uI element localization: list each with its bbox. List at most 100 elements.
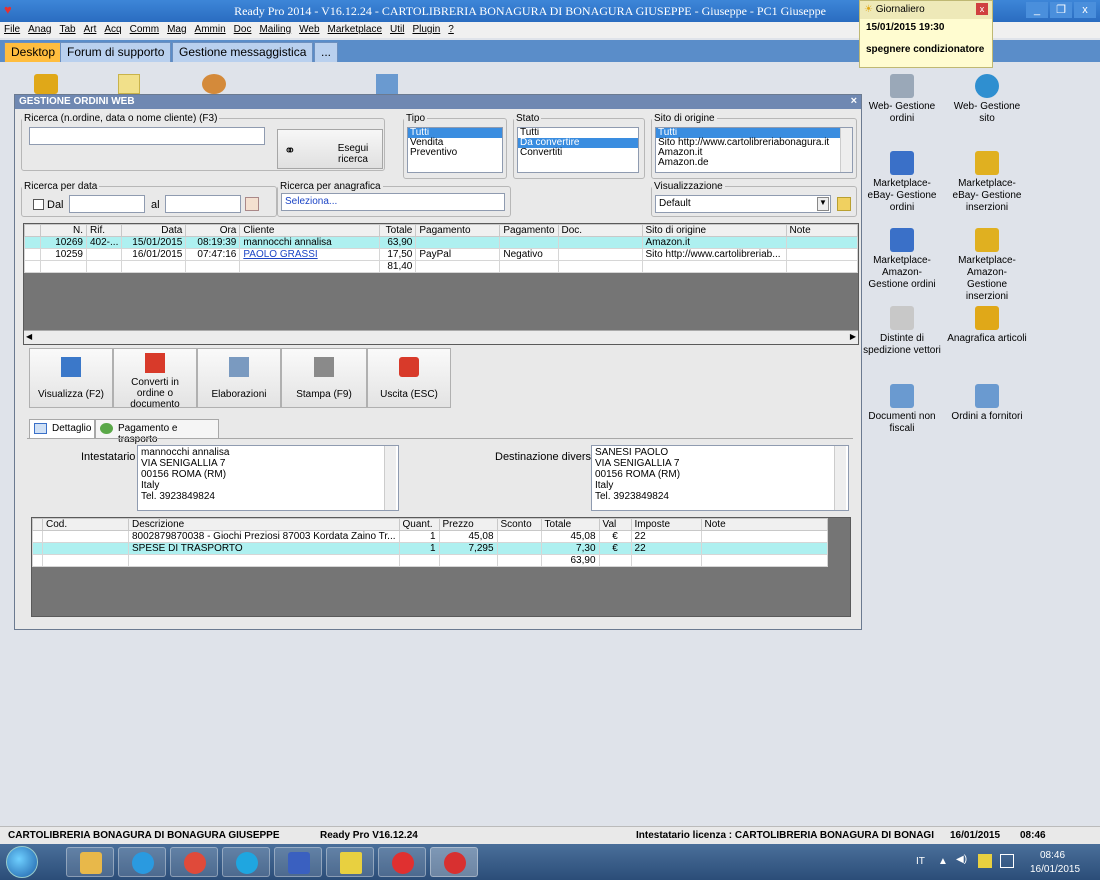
stato-list[interactable]: Tutti Da convertire Convertiti (517, 127, 639, 173)
header-data[interactable]: Data (121, 224, 187, 237)
document-icon[interactable] (376, 74, 398, 94)
header-doc[interactable]: Doc. (557, 224, 643, 237)
taskbar-chrome[interactable] (170, 847, 218, 877)
calendar-icon[interactable] (245, 197, 259, 211)
header-sito[interactable]: Sito di origine (641, 224, 787, 237)
header-val[interactable]: Val (598, 518, 632, 531)
header-pagamento[interactable]: Pagamento (415, 224, 501, 237)
header-totale[interactable]: Totale (379, 224, 417, 237)
close-icon[interactable]: x (976, 3, 988, 15)
header-pagamento-stato[interactable]: Pagamento (499, 224, 559, 237)
table-row[interactable]: 10259 16/01/2015 07:47:16 PAOLO GRASSI 1… (24, 248, 859, 261)
header-totale[interactable]: Totale (540, 518, 600, 531)
tab-pagamento-trasporto[interactable]: Pagamento e trasporto (95, 419, 219, 445)
stato-option-convertiti[interactable]: Convertiti (518, 148, 638, 158)
menu-mag[interactable]: Mag (167, 22, 186, 38)
arrow-left-icon[interactable]: ◀ (26, 332, 32, 341)
desktop-icon-documenti[interactable]: Documenti non fiscali (862, 384, 942, 435)
chevron-up-icon[interactable]: ▲ (938, 856, 948, 867)
table-row[interactable]: 8002879870038 - Giochi Preziosi 87003 Ko… (32, 530, 829, 543)
menu-plugin[interactable]: Plugin (412, 22, 440, 38)
header-note[interactable]: Note (785, 224, 859, 237)
folder-icon[interactable] (837, 197, 851, 211)
network-icon[interactable] (1000, 854, 1014, 868)
date-filter-checkbox[interactable] (33, 199, 44, 210)
tipo-list[interactable]: Tutti Vendita Preventivo (407, 127, 503, 173)
destinazione-memo[interactable]: SANESI PAOLO VIA SENIGALLIA 7 00156 ROMA… (591, 445, 849, 511)
header-note[interactable]: Note (700, 518, 829, 531)
close-button[interactable]: x (1074, 2, 1096, 18)
reminder-popup[interactable]: ☀ Giornaliero x 15/01/2015 19:30 spegner… (859, 0, 993, 68)
menu-marketplace[interactable]: Marketplace (328, 22, 382, 38)
date-from-input[interactable] (69, 195, 145, 213)
menu-help[interactable]: ? (448, 22, 454, 38)
start-button[interactable] (6, 846, 38, 878)
maximize-button[interactable]: ❐ (1050, 2, 1072, 18)
header-n[interactable]: N. (40, 224, 87, 237)
tab-messaggistica[interactable]: Gestione messaggistica (172, 42, 314, 62)
desktop-icon-web-sito[interactable]: Web- Gestione sito (947, 74, 1027, 125)
taskbar-explorer[interactable] (66, 847, 114, 877)
desktop-icon-amazon-inserzioni[interactable]: Marketplace- Amazon- Gestione inserzioni (947, 228, 1027, 303)
language-indicator[interactable]: IT (916, 856, 925, 867)
tipo-option-preventivo[interactable]: Preventivo (408, 148, 502, 158)
desktop-icon-ebay-inserzioni[interactable]: Marketplace- eBay- Gestione inserzioni (947, 151, 1027, 214)
anagrafica-input[interactable]: Seleziona... (281, 193, 505, 211)
intestatario-scrollbar[interactable] (384, 446, 396, 510)
header-prezzo[interactable]: Prezzo (438, 518, 498, 531)
sito-option-amazon-de[interactable]: Amazon.de (656, 158, 852, 168)
date-to-input[interactable] (165, 195, 241, 213)
header-cliente[interactable]: Cliente (239, 224, 381, 237)
menu-anag[interactable]: Anag (28, 22, 51, 38)
cliente-link[interactable]: PAOLO GRASSI (243, 250, 317, 260)
search-button[interactable]: ⚭ Esegui ricerca (277, 129, 383, 169)
tab-desktop[interactable]: Desktop (4, 42, 63, 62)
menu-doc[interactable]: Doc (234, 22, 252, 38)
menu-comm[interactable]: Comm (130, 22, 159, 38)
menu-art[interactable]: Art (84, 22, 97, 38)
header-sconto[interactable]: Sconto (496, 518, 542, 531)
close-icon[interactable]: × (851, 95, 857, 107)
taskbar-mr-book[interactable] (326, 847, 374, 877)
table-row[interactable]: 10269 402-... 15/01/2015 08:19:39 mannoc… (24, 236, 859, 249)
visualizzazione-select[interactable]: Default (655, 195, 831, 213)
header-quant[interactable]: Quant. (398, 518, 440, 531)
chevron-down-icon[interactable]: ▼ (817, 197, 829, 211)
folder-icon[interactable] (34, 74, 58, 94)
uscita-button[interactable]: Uscita (ESC) (367, 348, 451, 408)
menu-web[interactable]: Web (299, 22, 319, 38)
tab-forum[interactable]: Forum di supporto (60, 42, 172, 62)
header-cod[interactable]: Cod. (42, 518, 129, 531)
table-row[interactable]: SPESE DI TRASPORTO 1 7,295 7,30 € 22 (32, 542, 829, 555)
desktop-icon-ordini-fornitori[interactable]: Ordini a fornitori (947, 384, 1027, 423)
destinazione-scrollbar[interactable] (834, 446, 846, 510)
tray-date[interactable]: 16/01/2015 (1030, 864, 1080, 875)
desktop-icon-anagrafica-articoli[interactable]: Anagrafica articoli (947, 306, 1027, 345)
menu-acq[interactable]: Acq (104, 22, 121, 38)
taskbar-skype[interactable] (222, 847, 270, 877)
menu-tab[interactable]: Tab (59, 22, 75, 38)
header-imposte[interactable]: Imposte (630, 518, 702, 531)
tray-time[interactable]: 08:46 (1040, 850, 1065, 861)
menu-ammin[interactable]: Ammin (195, 22, 226, 38)
visualizza-button[interactable]: Visualizza (F2) (29, 348, 113, 408)
tab-more[interactable]: ... (314, 42, 339, 62)
menu-util[interactable]: Util (390, 22, 404, 38)
elaborazioni-button[interactable]: Elaborazioni (197, 348, 281, 408)
keyboard-icon[interactable] (978, 854, 992, 868)
taskbar-ready-pro[interactable] (430, 847, 478, 877)
taskbar-red-cross-app[interactable] (378, 847, 426, 877)
sito-scrollbar[interactable] (840, 128, 852, 172)
header-ora[interactable]: Ora (185, 224, 241, 237)
taskbar-app[interactable] (274, 847, 322, 877)
stampa-button[interactable]: Stampa (F9) (281, 348, 367, 408)
arrow-right-icon[interactable]: ▶ (850, 332, 856, 341)
minimize-button[interactable]: _ (1026, 2, 1048, 18)
intestatario-memo[interactable]: mannocchi annalisa VIA SENIGALLIA 7 0015… (137, 445, 399, 511)
users-icon[interactable] (202, 74, 226, 94)
header-rif[interactable]: Rif. (85, 224, 123, 237)
tab-dettaglio[interactable]: Dettaglio (29, 419, 95, 439)
notepad-icon[interactable] (118, 74, 140, 94)
desktop-icon-ebay-ordini[interactable]: Marketplace- eBay- Gestione ordini (862, 151, 942, 214)
menu-file[interactable]: File (4, 22, 20, 38)
